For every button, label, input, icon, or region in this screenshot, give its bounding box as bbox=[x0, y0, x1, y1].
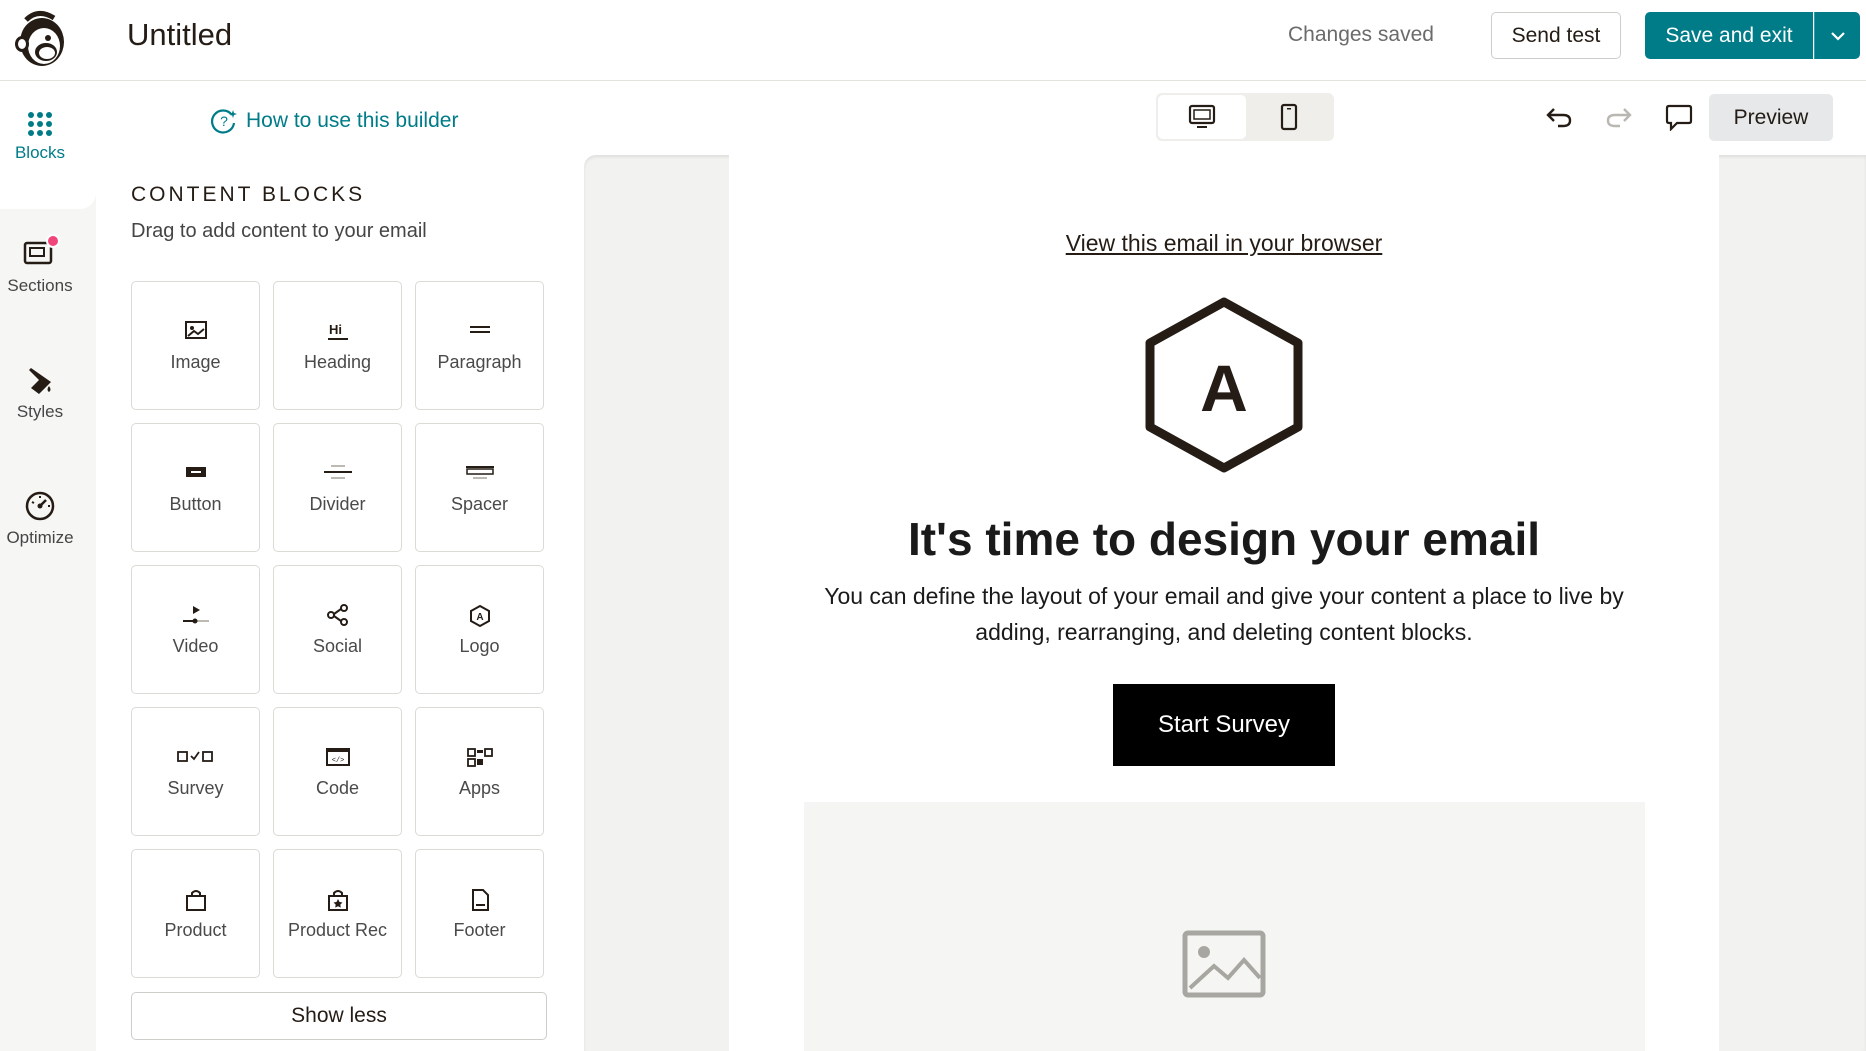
save-and-exit-button[interactable]: Save and exit bbox=[1645, 12, 1813, 59]
product-rec-icon bbox=[327, 890, 348, 911]
block-tile-survey[interactable]: Survey bbox=[131, 707, 260, 836]
block-label: Social bbox=[312, 636, 363, 656]
content-blocks-heading: CONTENT BLOCKS bbox=[131, 183, 366, 206]
undo-button[interactable] bbox=[1542, 100, 1576, 134]
desktop-view-button[interactable] bbox=[1158, 95, 1246, 139]
comment-icon bbox=[1665, 104, 1693, 131]
block-tile-image[interactable]: Image bbox=[131, 281, 260, 410]
button-icon bbox=[185, 467, 206, 477]
block-label: Code bbox=[315, 778, 360, 798]
rail-item-label: Sections bbox=[7, 276, 73, 295]
survey-icon bbox=[176, 751, 213, 762]
block-tile-apps[interactable]: Apps bbox=[415, 707, 544, 836]
spacer-icon bbox=[465, 466, 494, 479]
grid-dots-icon bbox=[28, 112, 52, 136]
block-label: Apps bbox=[458, 778, 501, 798]
block-label: Video bbox=[172, 636, 219, 656]
email-body-text[interactable]: You can define the layout of your email … bbox=[790, 578, 1658, 650]
svg-text:</>: </> bbox=[331, 757, 344, 765]
block-label: Heading bbox=[303, 352, 372, 372]
gauge-icon bbox=[25, 491, 55, 521]
logo-letter: A bbox=[1200, 351, 1248, 425]
paragraph-icon bbox=[469, 326, 490, 333]
apps-icon bbox=[466, 748, 493, 767]
block-tile-social[interactable]: Social bbox=[273, 565, 402, 694]
block-tile-divider[interactable]: Divider bbox=[273, 423, 402, 552]
svg-text:?: ? bbox=[220, 113, 228, 129]
block-label: Product bbox=[164, 920, 227, 940]
block-tile-footer[interactable]: Footer bbox=[415, 849, 544, 978]
mobile-icon bbox=[1280, 103, 1298, 131]
divider-icon bbox=[323, 465, 352, 479]
sections-icon bbox=[23, 234, 60, 265]
svg-text:Hi: Hi bbox=[329, 322, 342, 337]
paint-bucket-icon bbox=[29, 368, 51, 394]
rail-item-blocks[interactable]: Blocks bbox=[0, 111, 80, 163]
start-survey-button[interactable]: Start Survey bbox=[1113, 684, 1335, 766]
email-headline[interactable]: It's time to design your email bbox=[729, 512, 1719, 566]
mobile-view-button[interactable] bbox=[1246, 95, 1332, 139]
show-less-button[interactable]: Show less bbox=[131, 992, 547, 1040]
block-tile-product-rec[interactable]: Product Rec bbox=[273, 849, 402, 978]
preview-button[interactable]: Preview bbox=[1709, 94, 1833, 141]
rail-item-label: Optimize bbox=[6, 528, 74, 547]
block-tile-product[interactable]: Product bbox=[131, 849, 260, 978]
redo-button[interactable] bbox=[1602, 100, 1636, 134]
desktop-icon bbox=[1188, 104, 1216, 128]
send-test-button[interactable]: Send test bbox=[1491, 12, 1621, 59]
rail-item-sections[interactable]: Sections bbox=[0, 234, 80, 296]
redo-icon bbox=[1606, 108, 1632, 128]
block-label: Footer bbox=[453, 920, 506, 940]
document-title[interactable]: Untitled bbox=[127, 17, 232, 53]
rail-item-styles[interactable]: Styles bbox=[0, 364, 80, 422]
block-tile-video[interactable]: Video bbox=[131, 565, 260, 694]
block-tile-code[interactable]: </> Code bbox=[273, 707, 402, 836]
undo-icon bbox=[1546, 108, 1572, 128]
block-label: Spacer bbox=[450, 494, 509, 514]
rail-item-label: Styles bbox=[16, 402, 64, 421]
image-icon bbox=[184, 321, 207, 339]
save-options-dropdown[interactable] bbox=[1814, 12, 1860, 59]
comments-button[interactable] bbox=[1662, 100, 1696, 134]
block-label: Image bbox=[170, 352, 221, 372]
how-to-use-label: How to use this builder bbox=[246, 109, 459, 132]
heading-icon: Hi bbox=[327, 322, 348, 340]
block-label: Paragraph bbox=[437, 352, 522, 372]
how-to-use-link[interactable]: ? How to use this builder bbox=[210, 107, 458, 135]
block-tile-button[interactable]: Button bbox=[131, 423, 260, 552]
block-tile-heading[interactable]: Hi Heading bbox=[273, 281, 402, 410]
svg-text:A: A bbox=[476, 612, 483, 623]
view-in-browser-link[interactable]: View this email in your browser bbox=[729, 230, 1719, 257]
block-label: Survey bbox=[167, 778, 224, 798]
image-placeholder[interactable] bbox=[804, 802, 1645, 1051]
left-rail bbox=[0, 81, 96, 1051]
mailchimp-logo-icon[interactable] bbox=[8, 6, 72, 70]
image-placeholder-icon bbox=[1182, 930, 1266, 998]
block-label: Divider bbox=[309, 494, 366, 514]
block-label: Logo bbox=[459, 636, 500, 656]
block-tile-spacer[interactable]: Spacer bbox=[415, 423, 544, 552]
block-label: Button bbox=[169, 494, 222, 514]
top-bar: Untitled Changes saved Send test Save an… bbox=[0, 0, 1866, 81]
logo-icon: A bbox=[469, 604, 490, 628]
save-status-text: Changes saved bbox=[1288, 23, 1434, 46]
rail-item-optimize[interactable]: Optimize bbox=[0, 490, 80, 548]
shopping-bag-icon bbox=[185, 890, 206, 911]
block-tile-logo[interactable]: A Logo bbox=[415, 565, 544, 694]
block-label: Product Rec bbox=[287, 920, 388, 940]
hexagon-logo-icon[interactable]: A bbox=[1143, 296, 1305, 474]
chevron-down-icon bbox=[1830, 31, 1845, 41]
help-sparkle-icon: ? bbox=[211, 109, 237, 134]
rail-item-label: Blocks bbox=[14, 143, 66, 162]
share-icon bbox=[326, 604, 348, 626]
block-tile-paragraph[interactable]: Paragraph bbox=[415, 281, 544, 410]
content-blocks-subtitle: Drag to add content to your email bbox=[131, 220, 427, 242]
video-icon bbox=[182, 606, 209, 624]
code-icon: </> bbox=[325, 748, 350, 766]
document-icon bbox=[471, 889, 489, 911]
